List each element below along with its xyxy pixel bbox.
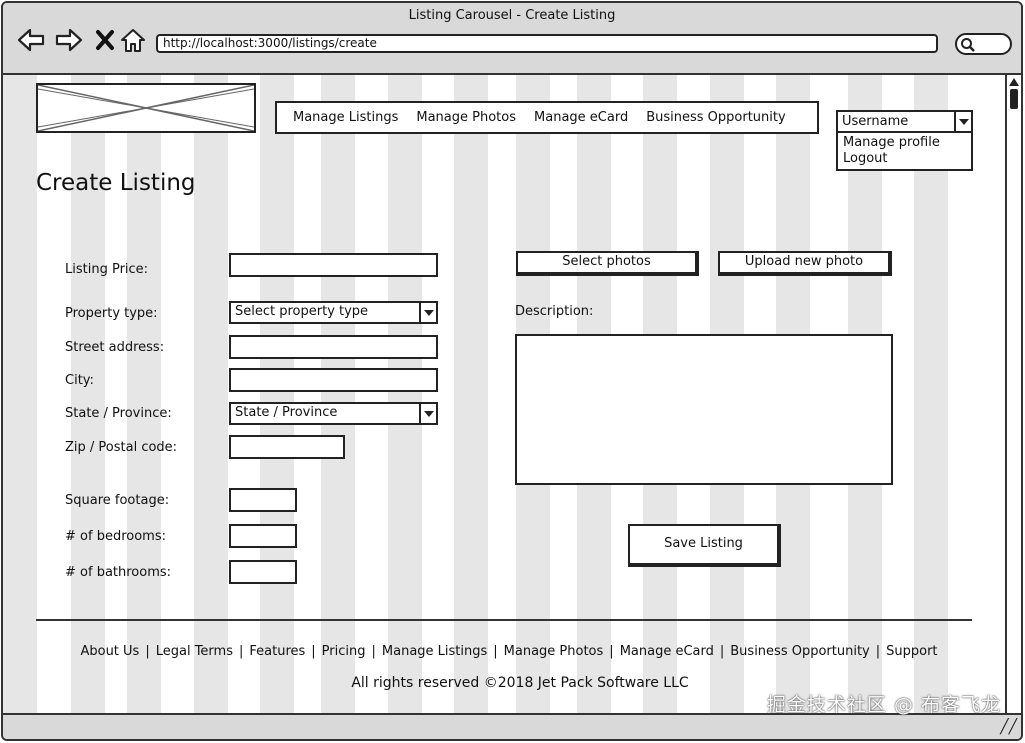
zip-postal-code-input[interactable]	[229, 435, 345, 459]
browser-search-box[interactable]	[955, 33, 1012, 55]
chevron-down-icon[interactable]	[419, 404, 436, 423]
column-stripe	[321, 75, 355, 713]
main-nav: Manage Listings Manage Photos Manage eCa…	[275, 101, 819, 134]
property-type-value: Select property type	[235, 304, 369, 319]
logo-placeholder	[36, 83, 256, 133]
bathrooms-label: # of bathrooms:	[65, 565, 172, 580]
state-province-label: State / Province:	[65, 406, 172, 421]
footer-separator: |	[238, 644, 244, 659]
footer-link-manage-listings[interactable]: Manage Listings	[382, 644, 487, 659]
user-menu: Manage profile Logout	[836, 133, 973, 171]
nav-item-manage-listings[interactable]: Manage Listings	[293, 110, 398, 125]
footer-link-manage-ecard[interactable]: Manage eCard	[620, 644, 714, 659]
property-type-select[interactable]: Select property type	[229, 301, 438, 324]
footer-link-business-opportunity[interactable]: Business Opportunity	[730, 644, 869, 659]
browser-titlebar: Listing Carousel - Create Listing http:/…	[3, 3, 1021, 75]
city-label: City:	[65, 373, 94, 388]
window-title: Listing Carousel - Create Listing	[408, 8, 616, 23]
footer-separator: |	[493, 644, 498, 659]
square-footage-label: Square footage:	[65, 493, 170, 508]
watermark: 掘金技术社区 @ 布客飞龙	[766, 694, 1001, 716]
address-bar[interactable]: http://localhost:3000/listings/create	[156, 34, 938, 53]
column-stripe	[388, 75, 422, 713]
bedrooms-input[interactable]	[229, 524, 297, 548]
column-stripe	[260, 75, 294, 713]
zip-postal-code-label: Zip / Postal code:	[65, 440, 178, 455]
upload-new-photo-button[interactable]: Upload new photo	[718, 251, 892, 276]
footer-links: About Us | Legal Terms | Features | Pricing | Ma…	[36, 644, 982, 659]
column-stripe	[454, 75, 488, 713]
username-value: Username	[842, 114, 909, 129]
username-dropdown[interactable]: Username	[836, 110, 973, 133]
nav-item-business-opportunity[interactable]: Business Opportunity	[646, 110, 785, 125]
column-stripe	[194, 75, 228, 713]
listing-price-label: Listing Price:	[65, 262, 149, 277]
listing-price-input[interactable]	[229, 253, 438, 277]
vertical-scrollbar[interactable]	[1005, 75, 1021, 713]
footer-link-pricing[interactable]: Pricing	[322, 644, 366, 659]
nav-item-manage-ecard[interactable]: Manage eCard	[534, 110, 628, 125]
footer-separator: |	[311, 644, 316, 659]
street-address-input[interactable]	[229, 335, 438, 359]
home-icon[interactable]	[119, 27, 147, 53]
footer-separator: |	[145, 644, 150, 659]
page-title: Create Listing	[36, 170, 196, 196]
street-address-label: Street address:	[65, 340, 165, 355]
footer-separator: |	[719, 644, 725, 659]
browser-window: Listing Carousel - Create Listing http:/…	[1, 1, 1023, 741]
resize-grip-icon[interactable]: ╱╱	[1000, 719, 1017, 735]
forward-arrow-icon[interactable]	[55, 27, 83, 53]
page-content: Manage Listings Manage Photos Manage eCa…	[3, 75, 1005, 713]
footer-separator: |	[875, 644, 881, 659]
save-listing-button[interactable]: Save Listing	[628, 524, 781, 567]
footer-link-about-us[interactable]: About Us	[80, 644, 139, 659]
select-photos-button[interactable]: Select photos	[516, 251, 699, 276]
footer-link-legal-terms[interactable]: Legal Terms	[156, 644, 233, 659]
bathrooms-input[interactable]	[229, 560, 297, 584]
bedrooms-label: # of bedrooms:	[65, 529, 166, 544]
chevron-down-icon[interactable]	[419, 303, 436, 322]
property-type-label: Property type:	[65, 306, 158, 321]
state-province-value: State / Province	[235, 405, 338, 420]
footer-separator: |	[371, 644, 376, 659]
chevron-down-icon[interactable]	[954, 112, 971, 131]
search-icon	[961, 38, 975, 52]
city-input[interactable]	[229, 368, 438, 392]
footer-divider	[36, 619, 972, 621]
nav-item-manage-photos[interactable]: Manage Photos	[416, 110, 516, 125]
scroll-up-arrow-icon[interactable]	[1009, 78, 1019, 86]
description-label: Description:	[515, 304, 594, 319]
footer-link-support[interactable]: Support	[886, 644, 937, 659]
scroll-thumb[interactable]	[1010, 89, 1018, 109]
column-stripe	[3, 75, 37, 713]
menu-item-logout[interactable]: Logout	[843, 151, 966, 167]
state-province-select[interactable]: State / Province	[229, 402, 438, 425]
description-textarea[interactable]	[515, 334, 893, 485]
square-footage-input[interactable]	[229, 488, 297, 512]
menu-item-manage-profile[interactable]: Manage profile	[843, 135, 966, 151]
back-arrow-icon[interactable]	[17, 27, 45, 53]
copyright-text: All rights reserved ©2018 Jet Pack Softw…	[351, 675, 689, 691]
footer-separator: |	[609, 644, 614, 659]
footer-link-features[interactable]: Features	[249, 644, 305, 659]
footer-link-manage-photos[interactable]: Manage Photos	[504, 644, 604, 659]
close-icon[interactable]	[91, 27, 119, 53]
